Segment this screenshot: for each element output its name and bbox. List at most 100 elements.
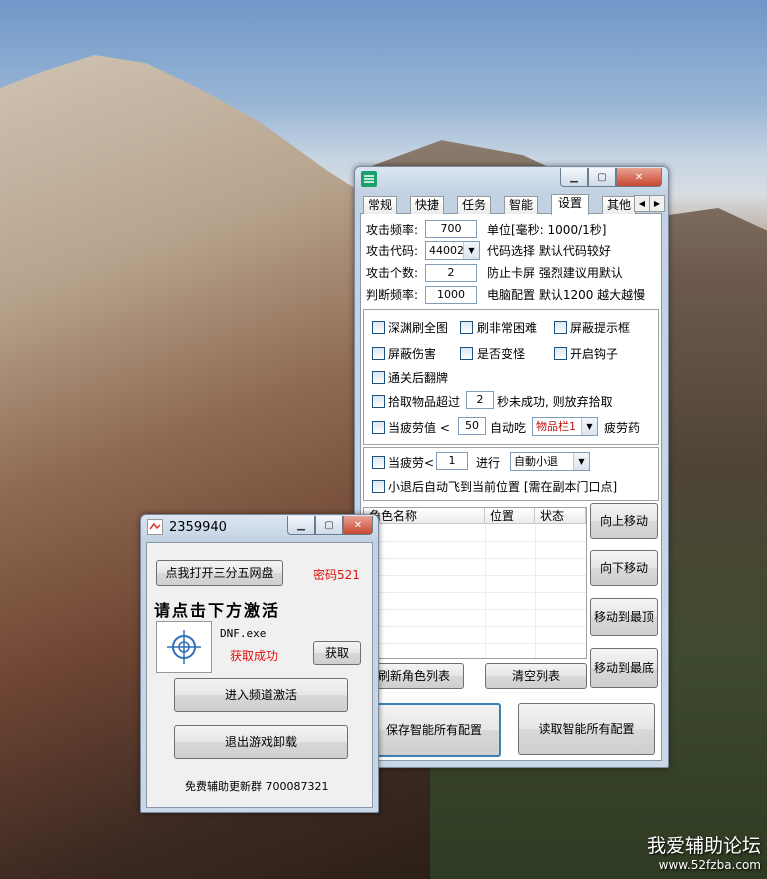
- attack-freq-field[interactable]: 700: [425, 220, 477, 238]
- table-row[interactable]: [364, 559, 586, 576]
- fatigue-item-value: 物品栏1: [536, 420, 576, 433]
- fatigue-checkbox[interactable]: [372, 421, 385, 434]
- move-top-button[interactable]: 移动到最顶: [590, 598, 658, 636]
- attack-code-label: 攻击代码:: [366, 244, 419, 258]
- fetch-status: 获取成功: [230, 649, 279, 663]
- table-row[interactable]: [364, 627, 586, 644]
- chevron-down-icon[interactable]: ▼: [573, 453, 589, 470]
- tab-smart[interactable]: 智能: [504, 196, 538, 214]
- check-freq-field[interactable]: 1000: [425, 286, 477, 304]
- col-header-name[interactable]: 角色名称: [364, 508, 485, 524]
- site-watermark: 我爱辅助论坛 www.52fzba.com: [647, 835, 761, 873]
- tab-hotkeys[interactable]: 快捷: [410, 196, 444, 214]
- exhaust-group: 当疲劳< 1 进行 自動小退 ▼ 小退后自动飞到当前位置 [需在副本门口点]: [363, 447, 659, 501]
- watermark-title: 我爱辅助论坛: [646, 835, 761, 857]
- exit-uninstall-button[interactable]: 退出游戏卸载: [174, 725, 348, 759]
- activation-client: 点我打开三分五网盘 密码521 请点击下方激活 DNF.exe 获取成功 获取 …: [146, 542, 373, 808]
- param-section: 攻击频率: 700 单位[毫秒: 1000/1秒] 攻击代码: 44002 ▼ …: [363, 217, 659, 307]
- exhaust-value-field[interactable]: 1: [436, 452, 468, 470]
- tab-scroll-right-icon[interactable]: ▶: [649, 195, 665, 212]
- attack-count-note: 防止卡屏 强烈建议用默认: [487, 266, 623, 280]
- exhaust-label: 当疲劳<: [388, 456, 435, 470]
- close-icon[interactable]: ✕: [343, 516, 373, 535]
- chevron-down-icon[interactable]: ▼: [581, 418, 597, 435]
- maximize-icon[interactable]: ▢: [315, 516, 343, 535]
- transform-checkbox[interactable]: [460, 347, 473, 360]
- clear-list-button[interactable]: 清空列表: [485, 663, 587, 689]
- tab-other[interactable]: 其他: [602, 196, 636, 214]
- attack-count-field[interactable]: 2: [425, 264, 477, 282]
- tab-scroll-left-icon[interactable]: ◀: [634, 195, 650, 212]
- deep-abyss-checkbox[interactable]: [372, 321, 385, 334]
- pickup-suffix-label: 秒未成功, 则放弃拾取: [497, 395, 613, 409]
- tab-strip: 常规 快捷 任务 智能 设置 其他 ◀ ▶: [363, 194, 665, 215]
- save-config-button[interactable]: 保存智能所有配置: [367, 703, 501, 757]
- attack-freq-note: 单位[毫秒: 1000/1秒]: [487, 223, 607, 237]
- settings-titlebar[interactable]: ▁ ▢ ✕: [355, 167, 668, 193]
- character-list[interactable]: 角色名称 位置 状态: [363, 507, 587, 659]
- hook-label: 开启钩子: [570, 347, 619, 361]
- app-icon: [361, 171, 377, 187]
- exhaust-action-select[interactable]: 自動小退 ▼: [510, 452, 590, 471]
- watermark-url: www.52fzba.com: [658, 858, 761, 872]
- fatigue-prefix-label: 当疲劳值 <: [388, 421, 450, 435]
- block-damage-label: 屏蔽伤害: [388, 347, 437, 361]
- col-header-status[interactable]: 状态: [535, 508, 586, 524]
- table-row[interactable]: [364, 644, 586, 658]
- check-freq-note: 电脑配置 默认1200 越大越慢: [487, 288, 646, 302]
- maximize-icon[interactable]: ▢: [588, 168, 616, 187]
- block-tips-checkbox[interactable]: [554, 321, 567, 334]
- move-bottom-button[interactable]: 移动到最底: [590, 648, 658, 688]
- table-row[interactable]: [364, 610, 586, 627]
- exhaust-mid-label: 进行: [476, 456, 501, 470]
- load-config-button[interactable]: 读取智能所有配置: [518, 703, 655, 755]
- tab-settings[interactable]: 设置: [551, 194, 589, 215]
- non-normal-checkbox[interactable]: [460, 321, 473, 334]
- attack-code-value: 44002: [429, 244, 464, 257]
- fly-back-checkbox[interactable]: [372, 480, 385, 493]
- table-row[interactable]: [364, 576, 586, 593]
- move-up-button[interactable]: 向上移动: [590, 503, 658, 539]
- minimize-icon[interactable]: ▁: [287, 516, 315, 535]
- fatigue-mid-label: 自动吃: [490, 421, 527, 435]
- hook-checkbox[interactable]: [554, 347, 567, 360]
- fly-back-label: 小退后自动飞到当前位置 [需在副本门口点]: [388, 480, 618, 494]
- non-normal-label: 刷非常困难: [477, 321, 538, 335]
- attack-count-label: 攻击个数:: [366, 266, 419, 280]
- settings-window: ▁ ▢ ✕ 常规 快捷 任务 智能 设置 其他 ◀ ▶ 攻击频率: 700 单位…: [354, 166, 669, 768]
- move-down-button[interactable]: 向下移动: [590, 550, 658, 586]
- crosshair-icon: [167, 630, 201, 664]
- update-group-text: 免费辅助更新群 700087321: [185, 780, 329, 793]
- transform-label: 是否变怪: [477, 347, 526, 361]
- refresh-list-button[interactable]: 刷新角色列表: [364, 663, 464, 689]
- process-name: DNF.exe: [220, 627, 267, 640]
- close-icon[interactable]: ✕: [616, 168, 662, 187]
- exhaust-action-value: 自動小退: [514, 455, 558, 468]
- fatigue-item-select[interactable]: 物品栏1 ▼: [532, 417, 598, 436]
- options-group: 深渊刷全图 刷非常困难 屏蔽提示框 屏蔽伤害 是否变怪 开启钩子 通关后翻牌 拾…: [363, 309, 659, 445]
- activation-window: 2359940 ▁ ▢ ✕ 点我打开三分五网盘 密码521 请点击下方激活 DN…: [140, 514, 379, 813]
- exhaust-checkbox[interactable]: [372, 456, 385, 469]
- minimize-icon[interactable]: ▁: [560, 168, 588, 187]
- flip-card-checkbox[interactable]: [372, 371, 385, 384]
- password-text: 密码521: [313, 568, 360, 582]
- col-header-position[interactable]: 位置: [485, 508, 535, 524]
- block-damage-checkbox[interactable]: [372, 347, 385, 360]
- pickup-checkbox[interactable]: [372, 395, 385, 408]
- activation-titlebar[interactable]: 2359940 ▁ ▢ ✕: [141, 515, 378, 541]
- flip-card-label: 通关后翻牌: [388, 371, 449, 385]
- fatigue-value-field[interactable]: 50: [458, 417, 486, 435]
- chevron-down-icon[interactable]: ▼: [463, 242, 479, 259]
- app-logo-icon: [147, 519, 163, 535]
- get-button[interactable]: 获取: [313, 641, 361, 665]
- tab-tasks[interactable]: 任务: [457, 196, 491, 214]
- open-netdisk-button[interactable]: 点我打开三分五网盘: [156, 560, 283, 586]
- tab-general[interactable]: 常规: [363, 196, 397, 214]
- pickup-seconds-field[interactable]: 2: [466, 391, 494, 409]
- attack-code-select[interactable]: 44002 ▼: [425, 241, 480, 260]
- block-tips-label: 屏蔽提示框: [570, 321, 631, 335]
- enter-channel-button[interactable]: 进入频道激活: [174, 678, 348, 712]
- table-row[interactable]: [364, 542, 586, 559]
- table-row[interactable]: [364, 525, 586, 542]
- table-row[interactable]: [364, 593, 586, 610]
